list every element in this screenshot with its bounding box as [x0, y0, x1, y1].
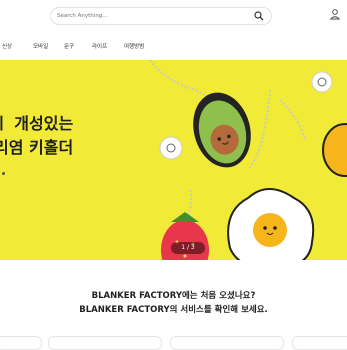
search-icon[interactable]: [254, 11, 264, 21]
user-icon[interactable]: [329, 8, 341, 20]
hero-banner[interactable]: ㅣ 개성있는 리염 키홀더: [0, 60, 347, 260]
service-card[interactable]: [292, 336, 347, 350]
service-card[interactable]: [0, 336, 42, 350]
nav-item-new[interactable]: 신상: [2, 42, 12, 50]
service-card[interactable]: [48, 336, 162, 350]
slide-counter: 1 / 3: [171, 242, 205, 254]
banner-keyring-illustration: [149, 60, 347, 260]
top-bar: [0, 0, 347, 36]
service-card[interactable]: [170, 336, 284, 350]
nav-item-travel[interactable]: 여행방범: [124, 42, 144, 50]
banner-dot: [2, 172, 5, 175]
nav-item-stationery[interactable]: 문구: [64, 42, 74, 50]
welcome-message: BLANKER FACTORY에는 처음 오셨나요? BLANKER FACTO…: [0, 289, 347, 317]
nav-item-life[interactable]: 라이프: [92, 42, 107, 50]
welcome-line1: BLANKER FACTORY에는 처음 오셨나요?: [91, 291, 256, 301]
search-input[interactable]: [57, 10, 237, 22]
banner-headline-line2: 리염 키홀더: [0, 138, 74, 157]
search-bar[interactable]: [50, 7, 272, 25]
banner-headline: ㅣ 개성있는 리염 키홀더: [0, 112, 73, 160]
banner-headline-line1: ㅣ 개성있는: [0, 114, 74, 133]
category-nav: 신상 모바일 문구 라이프 여행방범: [0, 38, 347, 54]
nav-item-mobile[interactable]: 모바일: [33, 42, 48, 50]
welcome-line2: BLANKER FACTORY의 서비스를 확인해 보세요.: [79, 305, 268, 315]
service-cards: [0, 336, 347, 350]
